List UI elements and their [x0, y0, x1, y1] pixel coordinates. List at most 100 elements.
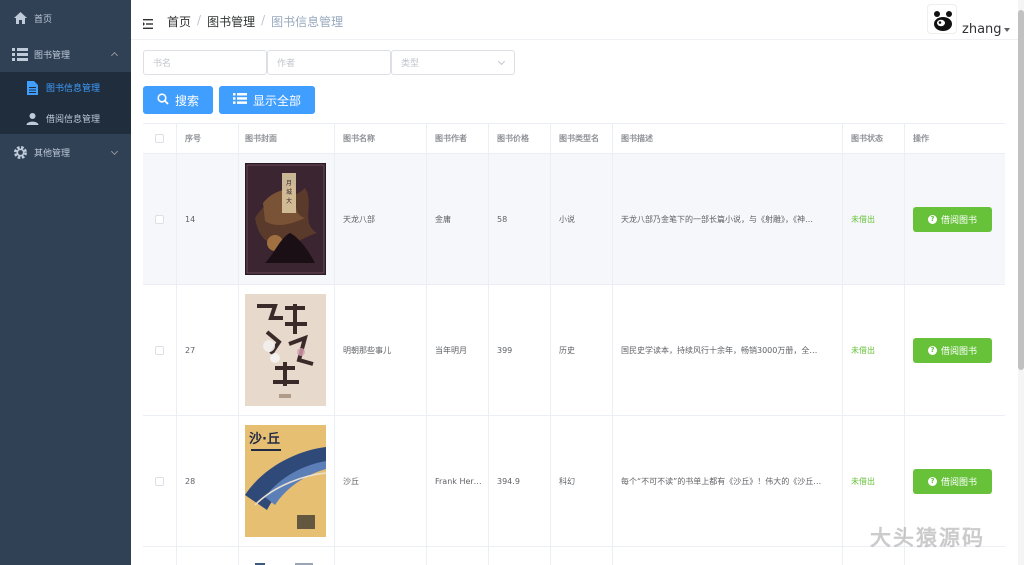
sidebar-item-book-info[interactable]: 图书信息管理	[0, 72, 131, 103]
question-icon: ?	[927, 214, 937, 224]
app-root: 首页 图书管理 图书信息管理 借阅信息管理 其他管理 首页 / 图书管理 / 图…	[0, 0, 1024, 565]
question-icon: ?	[927, 345, 937, 355]
borrow-button[interactable]: ? 借阅图书	[913, 337, 992, 363]
type-placeholder: 类型	[401, 59, 420, 69]
header-desc: 图书描述	[613, 124, 843, 153]
header-status: 图书状态	[843, 124, 905, 153]
borrow-button-label: 借阅图书	[940, 215, 977, 226]
scrollbar-thumb[interactable]	[1018, 10, 1024, 370]
cover-cell: 月 城 大	[239, 154, 335, 284]
svg-text:月: 月	[286, 180, 292, 187]
book-author: 当年明月	[427, 285, 489, 415]
show-all-button-label: 显示全部	[252, 93, 301, 108]
watermark: 大头猿源码	[870, 526, 985, 550]
username[interactable]: zhang	[962, 22, 1002, 37]
book-id: 14	[177, 154, 239, 284]
borrow-button[interactable]: ? 借阅图书	[913, 206, 992, 232]
chevron-down-icon	[497, 57, 506, 66]
book-status: 未借出	[851, 476, 875, 486]
row-cell	[551, 547, 613, 565]
avatar[interactable]	[927, 4, 957, 34]
type-select[interactable]: 类型	[391, 50, 515, 75]
sidebar-item-other-mgmt[interactable]: 其他管理	[0, 134, 131, 170]
gear-icon	[12, 144, 28, 160]
cover-cell: 沙·丘	[239, 416, 335, 546]
breadcrumb-separator: /	[197, 13, 202, 27]
row-cell	[427, 547, 489, 565]
header-name: 图书名称	[335, 124, 427, 153]
book-desc-cell: 天龙八部乃金笔下的一部长篇小说，与《射雕》，《神…	[613, 154, 843, 284]
svg-text:沙·丘: 沙·丘	[249, 432, 280, 447]
sidebar-item-home[interactable]: 首页	[0, 0, 131, 36]
book-name-input[interactable]: 书名	[143, 50, 267, 75]
book-cover-image: 月 城 大	[245, 163, 326, 275]
book-desc: 天龙八部乃金笔下的一部长篇小说，与《射雕》，《神…	[621, 214, 813, 224]
sidebar-item-label: 首页	[34, 14, 53, 25]
action-cell: ? 借阅图书	[905, 285, 1005, 415]
author-input[interactable]: 作者	[267, 50, 391, 75]
header-action: 操作	[913, 134, 929, 143]
search-button[interactable]: 搜索	[143, 86, 213, 114]
table-row[interactable]: 27 明朝那些事儿 当年明月 399 历史 国民史学读本，持续风行十余年，畅销3…	[143, 285, 1005, 416]
row-checkbox[interactable]	[155, 345, 164, 355]
book-desc-cell: 每个“不可不读”的书单上都有《沙丘》！伟大的《沙丘…	[613, 416, 843, 546]
book-desc: 国民史学读本，持续风行十余年，畅销3000万册，全…	[621, 345, 818, 355]
breadcrumb-separator: /	[261, 13, 266, 27]
book-author: Frank Her…	[427, 416, 489, 546]
row-select-cell	[143, 285, 177, 415]
book-status: 未借出	[851, 345, 875, 355]
book-cover-image: 沙·丘	[245, 425, 326, 537]
sidebar: 首页 图书管理 图书信息管理 借阅信息管理 其他管理	[0, 0, 131, 565]
row-select-cell	[143, 547, 177, 565]
hamburger-icon[interactable]	[143, 14, 153, 29]
breadcrumb-book-mgmt[interactable]: 图书管理	[207, 13, 255, 30]
book-name: 明朝那些事儿	[335, 285, 427, 415]
row-checkbox[interactable]	[155, 476, 164, 486]
row-select-cell	[143, 154, 177, 284]
book-type: 历史	[551, 285, 613, 415]
select-all-checkbox[interactable]	[155, 134, 164, 143]
header-cover: 图书封面	[239, 124, 335, 153]
book-price: 399	[489, 285, 551, 415]
book-price: 394.9	[489, 416, 551, 546]
book-status-cell: 未借出	[843, 154, 905, 284]
row-cell	[335, 547, 427, 565]
chevron-down-icon	[110, 147, 119, 156]
action-cell: ? 借阅图书	[905, 154, 1005, 284]
book-name: 沙丘	[335, 416, 427, 546]
borrow-button-label: 借阅图书	[940, 477, 977, 488]
row-cell	[177, 547, 239, 565]
book-cover-image	[245, 547, 326, 565]
svg-text:大: 大	[286, 197, 292, 205]
book-type: 小说	[551, 154, 613, 284]
breadcrumb-home[interactable]: 首页	[167, 13, 191, 30]
book-table: 序号 图书封面 图书名称 图书作者 图书价格 图书类型名 图书描述 图书状态 操…	[143, 123, 1005, 565]
header-type: 图书类型名	[551, 124, 613, 153]
question-icon: ?	[927, 476, 937, 486]
search-button-label: 搜索	[174, 93, 199, 108]
book-id: 27	[177, 285, 239, 415]
cover-cell	[239, 547, 335, 565]
row-checkbox[interactable]	[155, 214, 164, 224]
sidebar-item-book-mgmt[interactable]: 图书管理	[0, 36, 131, 72]
caret-down-icon[interactable]	[1004, 28, 1010, 32]
sidebar-item-borrow-info[interactable]: 借阅信息管理	[0, 103, 131, 134]
borrow-button[interactable]: ? 借阅图书	[913, 468, 992, 494]
table-header: 序号 图书封面 图书名称 图书作者 图书价格 图书类型名 图书描述 图书状态 操…	[143, 123, 1005, 154]
book-name: 天龙八部	[335, 154, 427, 284]
document-icon	[24, 80, 40, 96]
home-icon	[12, 10, 28, 26]
row-cell	[613, 547, 843, 565]
book-type: 科幻	[551, 416, 613, 546]
table-row[interactable]: 14 月 城 大 天龙八部 金庸 58 小说 天龙八部乃金笔下的一部长篇小说，与…	[143, 154, 1005, 285]
cover-cell	[239, 285, 335, 415]
header-author: 图书作者	[427, 124, 489, 153]
book-id: 28	[177, 416, 239, 546]
page-scrollbar[interactable]	[1018, 0, 1024, 565]
sidebar-item-label: 图书管理	[34, 50, 71, 61]
submenu-book-mgmt: 图书信息管理 借阅信息管理	[0, 72, 131, 134]
navbar: 首页 / 图书管理 / 图书信息管理 zhang	[131, 0, 1018, 40]
sidebar-item-label: 借阅信息管理	[46, 115, 101, 125]
user-icon	[24, 111, 40, 127]
show-all-button[interactable]: 显示全部	[219, 86, 315, 114]
